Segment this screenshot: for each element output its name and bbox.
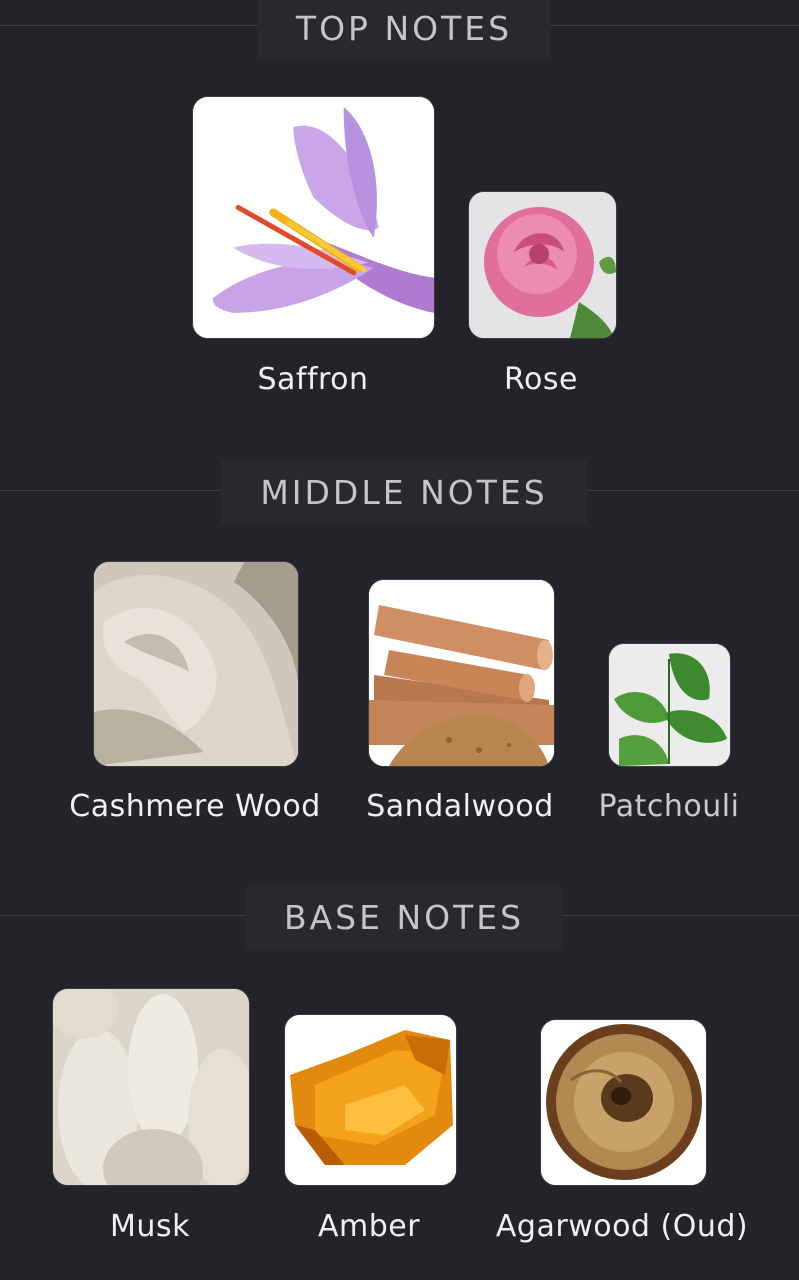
musk-image[interactable]: [52, 988, 250, 1186]
amber-resin-photo-icon: [285, 1015, 456, 1185]
saffron-label: Saffron: [257, 362, 369, 397]
musk-label: Musk: [110, 1209, 190, 1244]
top-notes-title: TOP NOTES: [295, 8, 513, 48]
patchouli-leaf-photo-icon: [609, 644, 730, 766]
rose-label: Rose: [504, 362, 578, 397]
saffron-image[interactable]: [192, 96, 435, 339]
sandalwood-sticks-photo-icon: [369, 580, 554, 766]
cashmere-wood-image[interactable]: [93, 561, 299, 767]
cashmere-fabric-photo-icon: [94, 562, 298, 766]
agarwood-image[interactable]: [540, 1019, 707, 1186]
agarwood-label: Agarwood (Oud): [495, 1209, 749, 1244]
middle-notes-title: MIDDLE NOTES: [260, 472, 548, 512]
rose-image[interactable]: [468, 191, 617, 339]
middle-notes-header: MIDDLE NOTES: [221, 460, 587, 524]
patchouli-label: Patchouli: [598, 789, 740, 824]
amber-label: Amber: [317, 1209, 421, 1244]
agarwood-slice-photo-icon: [541, 1020, 706, 1185]
rose-photo-icon: [469, 192, 616, 338]
base-notes-title: BASE NOTES: [283, 897, 525, 937]
amber-image[interactable]: [284, 1014, 457, 1186]
cashmere-wood-label: Cashmere Wood: [69, 789, 321, 824]
sandalwood-label: Sandalwood: [366, 789, 554, 824]
musk-fluff-photo-icon: [53, 989, 249, 1185]
base-notes-header: BASE NOTES: [246, 885, 562, 949]
saffron-flower-photo-icon: [193, 97, 434, 338]
sandalwood-image[interactable]: [368, 579, 555, 767]
top-notes-header: TOP NOTES: [258, 0, 550, 60]
patchouli-image[interactable]: [608, 643, 731, 767]
